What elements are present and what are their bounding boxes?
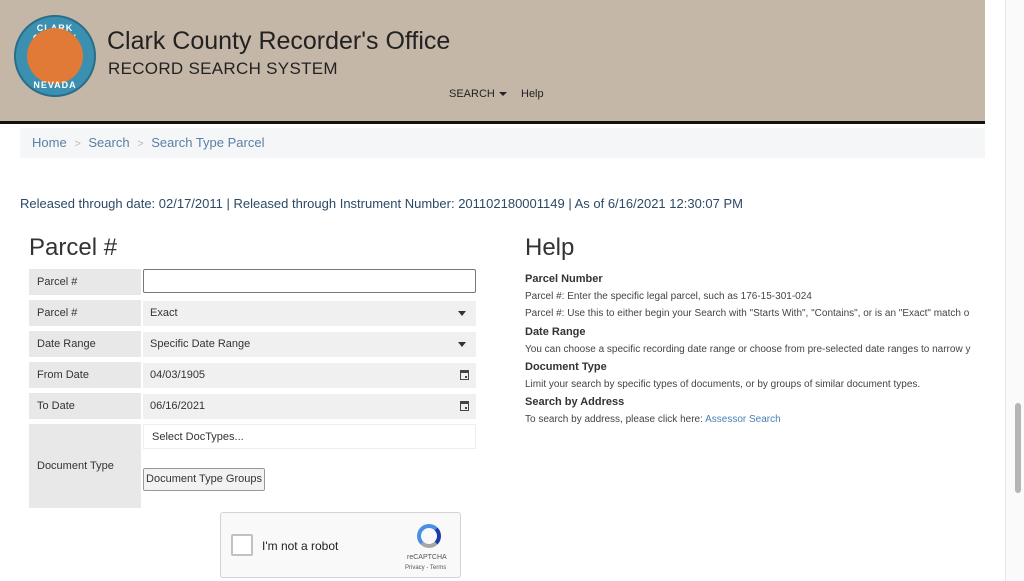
help-parcel-number-text1: Parcel #: Enter the specific legal parce… bbox=[525, 291, 812, 302]
calendar-icon[interactable] bbox=[460, 370, 469, 380]
to-date-value: 06/16/2021 bbox=[150, 400, 206, 412]
caret-down-icon bbox=[498, 92, 507, 97]
recaptcha-checkbox[interactable] bbox=[231, 534, 253, 556]
from-date-value: 04/03/1905 bbox=[150, 369, 206, 381]
assessor-search-link[interactable]: Assessor Search bbox=[705, 414, 781, 425]
parcel-match-select[interactable]: Exact bbox=[143, 301, 476, 326]
breadcrumb: Home > Search > Search Type Parcel bbox=[20, 128, 985, 158]
from-date-label: From Date bbox=[29, 362, 141, 388]
calendar-icon[interactable] bbox=[460, 401, 469, 411]
document-type-groups-button[interactable]: Document Type Groups bbox=[143, 468, 265, 491]
help-document-type-title: Document Type bbox=[525, 361, 607, 373]
scrollbar-track[interactable] bbox=[1005, 0, 1024, 581]
dropdown-arrow-icon bbox=[458, 342, 466, 347]
document-type-label: Document Type bbox=[29, 424, 141, 508]
help-address-line: To search by address, please click here:… bbox=[525, 414, 985, 425]
nav-search-label: SEARCH bbox=[449, 88, 495, 100]
date-range-label: Date Range bbox=[29, 331, 141, 357]
help-address-text: To search by address, please click here: bbox=[525, 414, 703, 425]
to-date-input[interactable]: 06/16/2021 bbox=[143, 394, 476, 419]
scrollbar-thumb[interactable] bbox=[1015, 403, 1021, 493]
parcel-match-value: Exact bbox=[150, 307, 178, 319]
logo-emblem bbox=[27, 28, 83, 84]
logo-text-bottom: NEVADA bbox=[33, 80, 77, 90]
clark-county-seal-logo[interactable]: CLARK COUNTY NEVADA bbox=[14, 15, 96, 97]
recaptcha-terms-link[interactable]: Privacy - Terms bbox=[405, 565, 446, 571]
help-heading: Help bbox=[525, 234, 575, 261]
document-type-select[interactable]: Select DocTypes... bbox=[143, 424, 476, 449]
dropdown-arrow-icon bbox=[458, 311, 466, 316]
site-header: CLARK COUNTY NEVADA Clark County Recorde… bbox=[0, 0, 985, 124]
site-title: Clark County Recorder's Office bbox=[107, 27, 451, 55]
parcel-label: Parcel # bbox=[29, 269, 141, 295]
to-date-label: To Date bbox=[29, 393, 141, 419]
breadcrumb-separator: > bbox=[137, 138, 144, 150]
date-range-value: Specific Date Range bbox=[150, 338, 251, 350]
from-date-input[interactable]: 04/03/1905 bbox=[143, 363, 476, 388]
help-parcel-number-title: Parcel Number bbox=[525, 273, 603, 285]
site-subtitle: RECORD SEARCH SYSTEM bbox=[108, 59, 338, 78]
parcel-input[interactable] bbox=[143, 269, 476, 293]
help-date-range-title: Date Range bbox=[525, 326, 586, 338]
release-info: Released through date: 02/17/2011 | Rele… bbox=[20, 196, 743, 211]
nav-help-link[interactable]: Help bbox=[521, 88, 544, 100]
breadcrumb-home[interactable]: Home bbox=[32, 135, 67, 150]
recaptcha-logo-icon bbox=[417, 524, 441, 548]
help-parcel-number-text2: Parcel #: Use this to either begin your … bbox=[525, 308, 970, 319]
parcel-match-label: Parcel # bbox=[29, 300, 141, 326]
page: CLARK COUNTY NEVADA Clark County Recorde… bbox=[0, 0, 985, 581]
help-address-title: Search by Address bbox=[525, 396, 625, 408]
breadcrumb-search[interactable]: Search bbox=[88, 135, 129, 150]
date-range-select[interactable]: Specific Date Range bbox=[143, 332, 476, 357]
nav-search-menu[interactable]: SEARCH bbox=[449, 88, 507, 100]
recaptcha-widget: I'm not a robot reCAPTCHA Privacy - Term… bbox=[220, 512, 461, 578]
help-date-range-text: You can choose a specific recording date… bbox=[525, 344, 971, 355]
parcel-form-heading: Parcel # bbox=[29, 234, 118, 261]
recaptcha-label: I'm not a robot bbox=[262, 539, 339, 553]
recaptcha-brand: reCAPTCHA bbox=[407, 554, 447, 561]
help-document-type-text: Limit your search by specific types of d… bbox=[525, 379, 921, 390]
breadcrumb-separator: > bbox=[74, 138, 81, 150]
breadcrumb-current[interactable]: Search Type Parcel bbox=[151, 135, 264, 150]
